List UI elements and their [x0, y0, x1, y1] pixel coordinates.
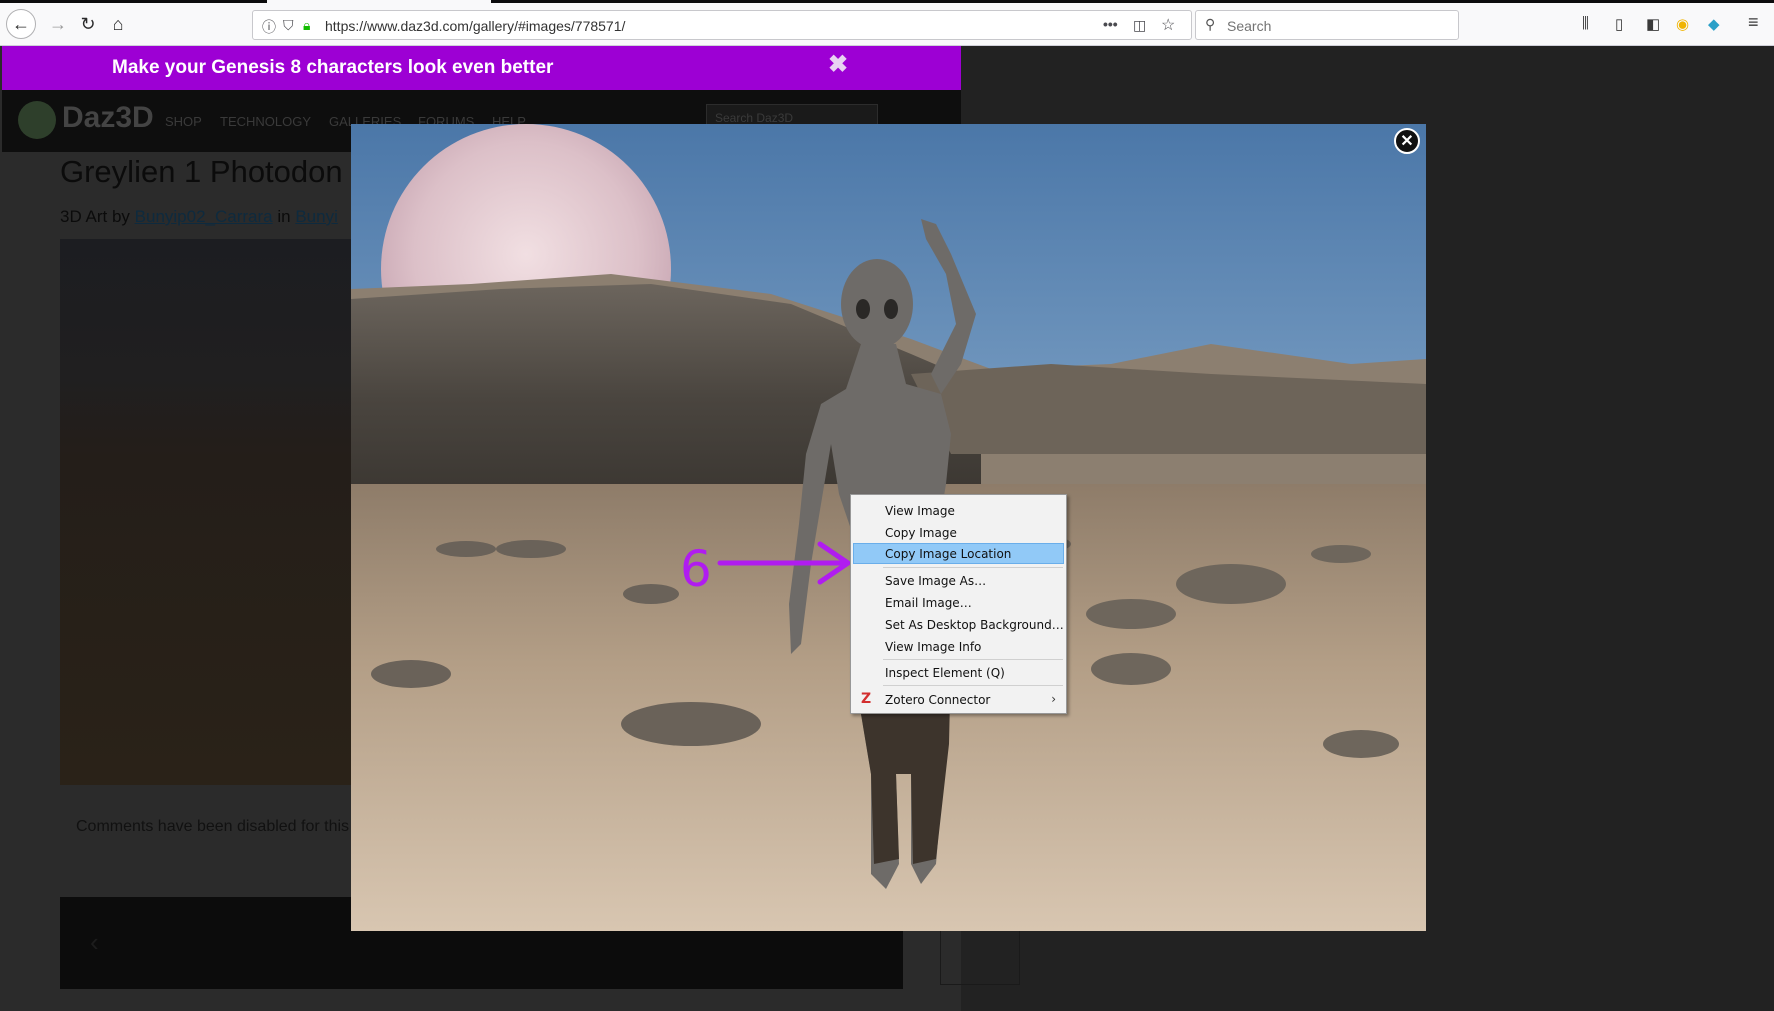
- menu-shop[interactable]: SHOP: [165, 114, 202, 129]
- promo-close-icon[interactable]: ✖: [828, 50, 848, 79]
- menu-separator: [883, 685, 1063, 686]
- close-icon: ✕: [1400, 133, 1414, 150]
- active-tab-indicator[interactable]: [267, 0, 491, 3]
- lightbox-close-button[interactable]: ✕: [1394, 128, 1420, 154]
- url-text[interactable]: https://www.daz3d.com/gallery/#images/77…: [325, 18, 625, 34]
- menu-email-image[interactable]: Email Image…: [853, 592, 1064, 613]
- annotation-arrow: 6: [680, 540, 851, 596]
- home-button[interactable]: ⌂: [104, 10, 132, 38]
- reader-icon[interactable]: ▯: [1615, 15, 1623, 33]
- gallery-link[interactable]: Bunyi: [295, 207, 338, 226]
- url-bar[interactable]: ⓘ ⛉ 🔒︎ https://www.daz3d.com/gallery/#im…: [252, 10, 1192, 40]
- hamburger-menu-icon[interactable]: ≡: [1748, 12, 1759, 33]
- gallery-thumbnail[interactable]: [940, 930, 1020, 985]
- extension-icon[interactable]: ◉: [1676, 15, 1689, 33]
- site-logo-text[interactable]: Daz3D: [62, 101, 154, 135]
- reload-icon: ↻: [80, 13, 96, 34]
- gallery-byline: 3D Art by Bunyip02_Carrara in Bunyi: [60, 207, 338, 227]
- menu-zotero-connector[interactable]: Z Zotero Connector ›: [853, 689, 1064, 710]
- search-bar[interactable]: ⚲ Search: [1195, 10, 1459, 40]
- info-icon[interactable]: ⓘ: [262, 17, 276, 37]
- search-placeholder: Search: [1227, 18, 1272, 34]
- prev-arrow-icon[interactable]: ‹: [90, 927, 99, 958]
- reload-button[interactable]: ↻: [74, 10, 102, 38]
- gallery-title: Greylien 1 Photodon: [60, 154, 343, 189]
- sidebar-icon[interactable]: ◧: [1646, 15, 1660, 33]
- byline-prefix: 3D Art by: [60, 207, 130, 226]
- byline-in: in: [277, 207, 291, 226]
- submenu-arrow-icon: ›: [1051, 692, 1056, 706]
- promo-banner[interactable]: Make your Genesis 8 characters look even…: [2, 46, 961, 90]
- menu-save-image-as[interactable]: Save Image As…: [853, 570, 1064, 591]
- context-menu: View Image Copy Image Copy Image Locatio…: [850, 494, 1067, 714]
- author-link[interactable]: Bunyip02_Carrara: [135, 207, 273, 226]
- menu-set-desktop-background[interactable]: Set As Desktop Background…: [853, 614, 1064, 635]
- menu-copy-image-location[interactable]: Copy Image Location: [853, 543, 1064, 564]
- annotation-arrow-shape: [717, 541, 851, 585]
- daz3d-logo-icon[interactable]: [18, 101, 56, 139]
- page-actions-icon[interactable]: •••: [1103, 16, 1118, 32]
- back-button[interactable]: ←: [6, 9, 36, 39]
- lock-icon[interactable]: 🔒︎: [303, 17, 310, 34]
- forward-arrow-icon: →: [49, 13, 67, 34]
- annotation-number: 6: [680, 540, 712, 596]
- menu-inspect-element[interactable]: Inspect Element (Q): [853, 662, 1064, 683]
- comments-disabled-text: Comments have been disabled for this: [76, 818, 350, 835]
- tab-strip: [0, 0, 1774, 3]
- browser-toolbar: ← → ↻ ⌂ ⓘ ⛉ 🔒︎ https://www.daz3d.com/gal…: [0, 0, 1774, 46]
- back-arrow-icon: ←: [12, 13, 30, 34]
- menu-technology[interactable]: TECHNOLOGY: [220, 114, 311, 129]
- zotero-z-icon: Z: [861, 691, 872, 707]
- home-icon: ⌂: [112, 13, 124, 34]
- bookmark-star-icon[interactable]: ☆: [1161, 15, 1175, 35]
- pocket-icon[interactable]: ◫: [1133, 17, 1146, 34]
- zotero-save-icon[interactable]: ◆: [1708, 15, 1720, 33]
- library-icon[interactable]: ⫼: [1582, 15, 1589, 32]
- forward-button[interactable]: →: [44, 10, 72, 38]
- promo-text[interactable]: Make your Genesis 8 characters look even…: [112, 57, 553, 79]
- menu-separator: [883, 567, 1063, 568]
- tracking-shield-icon[interactable]: ⛉: [283, 17, 294, 34]
- site-search-placeholder: Search Daz3D: [715, 111, 794, 125]
- menu-view-image-info[interactable]: View Image Info: [853, 636, 1064, 657]
- menu-view-image[interactable]: View Image: [853, 500, 1064, 521]
- search-icon: ⚲: [1205, 16, 1216, 32]
- menu-separator: [883, 659, 1063, 660]
- menu-copy-image[interactable]: Copy Image: [853, 522, 1064, 543]
